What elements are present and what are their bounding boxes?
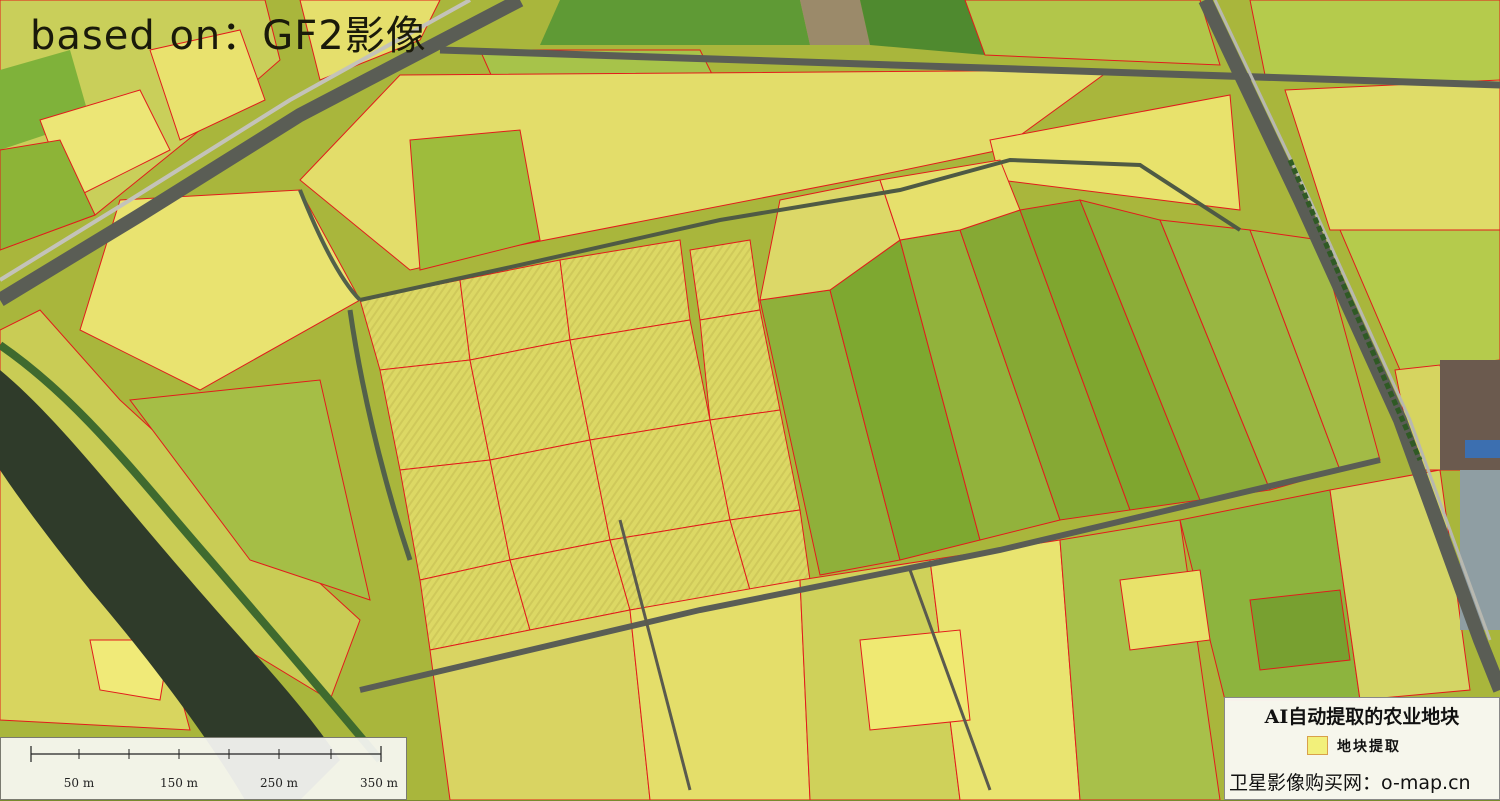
map-title: based on：GF2影像 bbox=[30, 13, 427, 59]
scale-label: 250 m bbox=[259, 776, 299, 790]
scale-label: 350 m bbox=[359, 776, 399, 790]
field-grid-yellow bbox=[359, 239, 811, 651]
source-credit: 卫星影像购买网：o-map.cn bbox=[1229, 772, 1471, 794]
field-block bbox=[964, 0, 1221, 66]
building-roof bbox=[1465, 440, 1500, 458]
field-block bbox=[540, 0, 810, 45]
map-legend: AI自动提取的农业地块 地块提取 卫星影像购买网：o-map.cn bbox=[1224, 697, 1500, 800]
scale-bar: 50 m 150 m 250 m 350 m bbox=[0, 737, 407, 800]
scale-label: 50 m bbox=[63, 776, 95, 790]
satellite-map[interactable] bbox=[0, 0, 1500, 800]
scale-label: 150 m bbox=[159, 776, 199, 790]
legend-title: AI自动提取的农业地块 bbox=[1264, 706, 1460, 728]
legend-swatch bbox=[1307, 736, 1328, 755]
field-block bbox=[800, 0, 870, 45]
legend-item-label: 地块提取 bbox=[1337, 739, 1401, 755]
